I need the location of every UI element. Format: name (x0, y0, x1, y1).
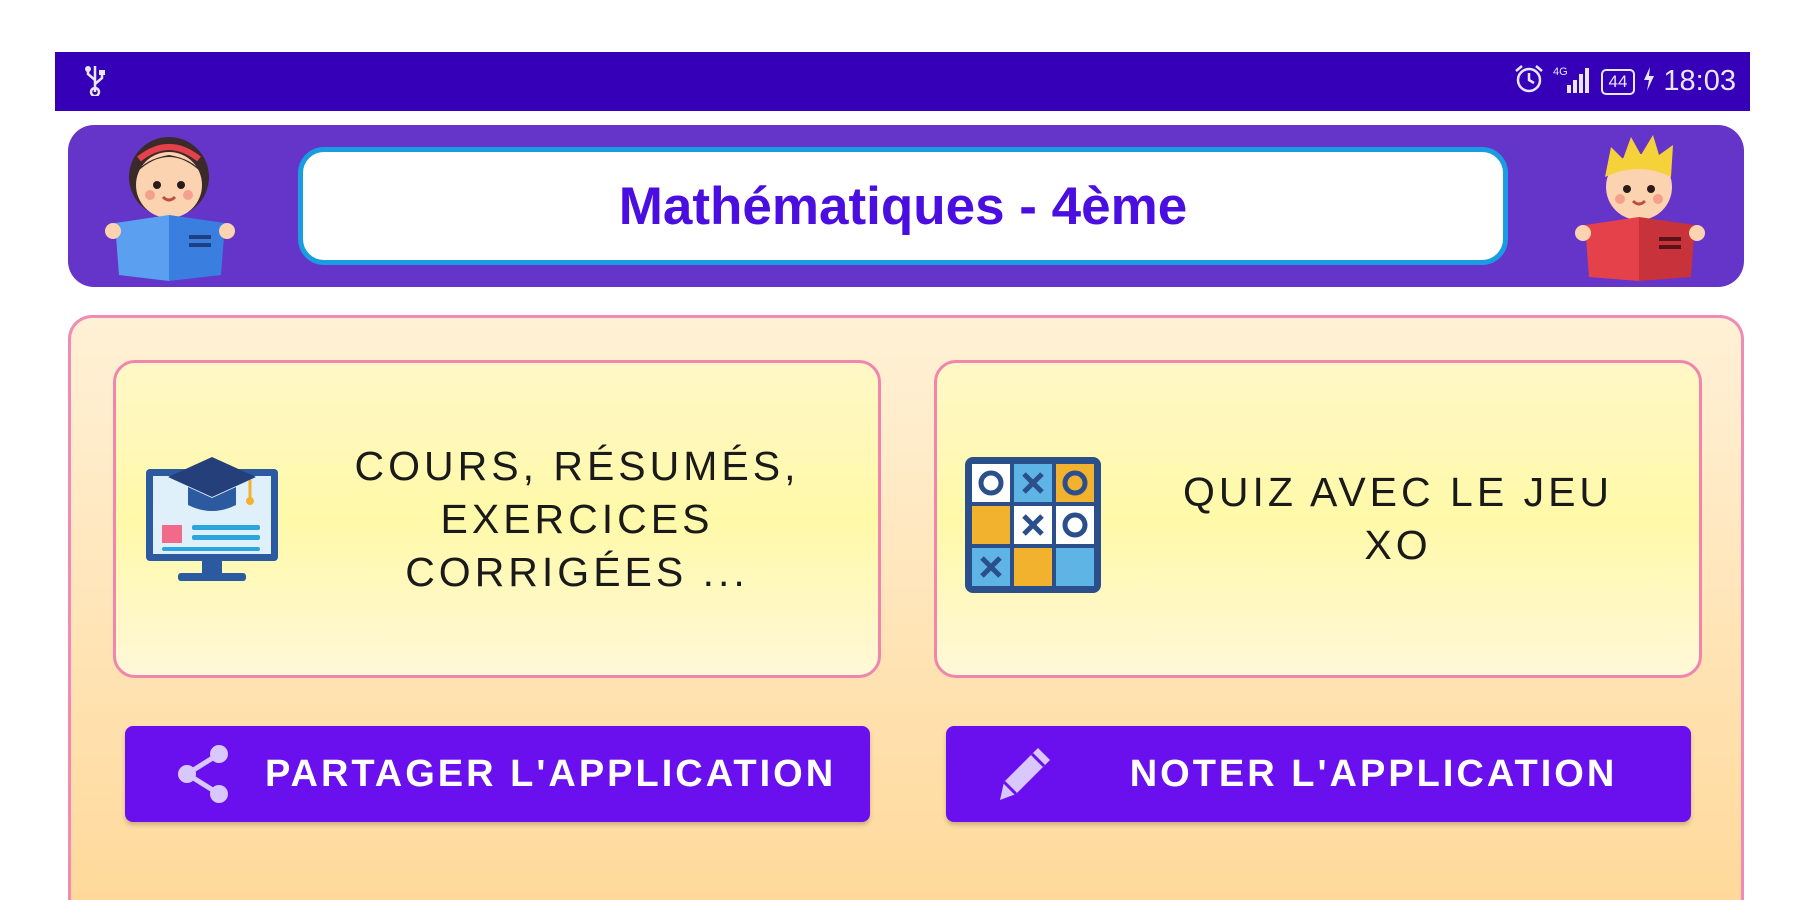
network-type-label: 4G (1553, 66, 1568, 78)
charging-icon (1643, 66, 1655, 97)
graduation-computer-icon (142, 455, 282, 590)
courses-card-text: COURS, RÉSUMÉS, EXERCICES CORRIGÉES ... (316, 363, 838, 675)
tic-tac-toe-icon (963, 455, 1103, 600)
courses-card[interactable]: COURS, RÉSUMÉS, EXERCICES CORRIGÉES ... (113, 360, 881, 678)
courses-card-line: CORRIGÉES ... (405, 548, 749, 595)
usb-icon (83, 64, 107, 101)
share-icon (171, 742, 235, 816)
page-title: Mathématiques - 4ème (618, 176, 1188, 236)
share-app-label: PARTAGER L'APPLICATION (265, 752, 837, 795)
quiz-card-text: QUIZ AVEC LE JEU XO (1137, 363, 1659, 675)
title-box: Mathématiques - 4ème (298, 147, 1508, 265)
clock-time: 18:03 (1663, 65, 1736, 97)
rate-app-label: NOTER L'APPLICATION (1129, 752, 1618, 795)
girl-reading-icon (103, 131, 243, 286)
courses-card-line: EXERCICES (440, 495, 714, 542)
pencil-icon (992, 742, 1056, 816)
main-panel: COURS, RÉSUMÉS, EXERCICES CORRIGÉES ... (68, 315, 1744, 900)
status-bar: 4G 44 18:03 (55, 52, 1750, 111)
boy-reading-icon (1569, 131, 1709, 286)
battery-icon: 44 (1600, 68, 1636, 95)
alarm-icon (1513, 63, 1545, 100)
app-header: Mathématiques - 4ème (68, 125, 1744, 287)
quiz-card-line: QUIZ AVEC LE JEU (1182, 469, 1614, 515)
quiz-card[interactable]: QUIZ AVEC LE JEU XO (934, 360, 1702, 678)
signal-icon: 4G (1553, 63, 1593, 100)
share-app-button[interactable]: PARTAGER L'APPLICATION (125, 726, 870, 822)
status-icons: 4G 44 18:03 (1513, 52, 1736, 111)
rate-app-button[interactable]: NOTER L'APPLICATION (946, 726, 1691, 822)
courses-card-line: COURS, RÉSUMÉS, (354, 442, 800, 489)
quiz-card-line: XO (1364, 522, 1432, 568)
